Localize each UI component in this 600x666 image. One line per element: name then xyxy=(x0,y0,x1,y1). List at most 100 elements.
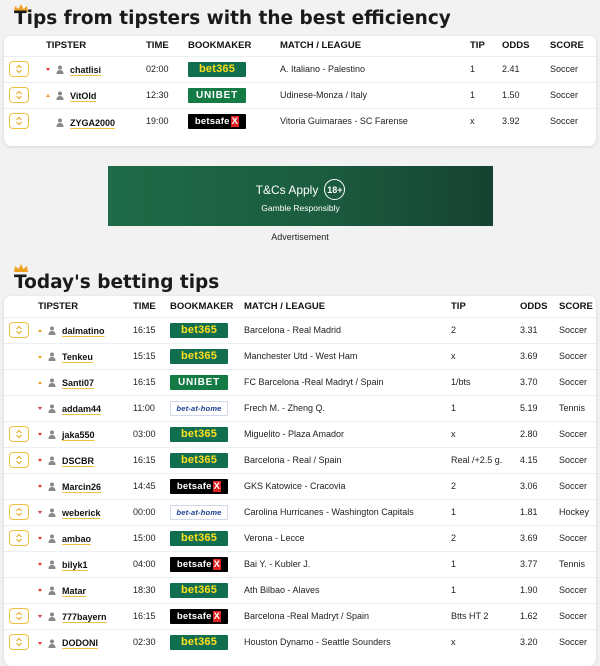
advertisement-banner[interactable]: T&Cs Apply 18+ Gamble Responsibly xyxy=(108,166,493,226)
table-row[interactable]: Matar 18:30 bet365 Ath Bilbao - Alaves 1 1.90… xyxy=(4,576,596,603)
tip-cell: 1 xyxy=(451,550,520,577)
todays-tips-section: Today's betting tips TIPSTER TIME BOOKMA… xyxy=(0,262,600,666)
match-cell[interactable]: Barcelona - Real / Spain xyxy=(244,446,451,473)
add-favorite-button[interactable] xyxy=(9,634,29,651)
bookmaker-logo-bet365[interactable]: bet365 xyxy=(170,426,228,442)
tipster-link[interactable]: jaka550 xyxy=(62,430,95,440)
match-cell[interactable]: A. Italiano - Palestino xyxy=(280,55,470,82)
match-cell[interactable]: Vitoria Guimaraes - SC Farense xyxy=(280,107,470,134)
add-favorite-button[interactable] xyxy=(9,113,29,130)
match-cell[interactable]: Verona - Lecce xyxy=(244,524,451,551)
tipster-link[interactable]: 777bayern xyxy=(62,612,107,622)
bookmaker-logo-bet365[interactable]: bet365 xyxy=(170,452,228,468)
bookmaker-logo-unibet[interactable]: UNIBET xyxy=(188,87,246,103)
tipster-cell: DSCBR xyxy=(38,446,133,473)
tipster-link[interactable]: DSCBR xyxy=(62,456,94,466)
tipster-link[interactable]: dalmatino xyxy=(62,326,105,336)
score-cell: Soccer xyxy=(559,420,596,447)
tipster-link[interactable]: DODONI xyxy=(62,638,98,648)
tipster-link[interactable]: ZYGA2000 xyxy=(70,118,115,128)
table-row[interactable]: DODONI 02:30 bet365 Houston Dynamo - Seattl… xyxy=(4,628,596,655)
match-cell[interactable]: Barcelona - Real Madrid xyxy=(244,316,451,343)
add-favorite-button[interactable] xyxy=(9,87,29,103)
match-cell[interactable]: Bai Y. - Kubler J. xyxy=(244,550,451,577)
bookmaker-logo-unibet[interactable]: UNIBET xyxy=(170,374,228,390)
table-row[interactable]: VitOld 12:30 UNIBET Udinese-Monza / Italy 1 1… xyxy=(4,81,596,108)
table-row[interactable]: Tenkeu 15:15 bet365 Manchester Utd - West H… xyxy=(4,342,596,369)
table-row[interactable]: addam44 11:00 bet-at-home Frech M. - Zheng … xyxy=(4,394,596,421)
table-row[interactable]: weberick 00:00 bet-at-home Carolina Hurrica… xyxy=(4,498,596,525)
table-row[interactable]: dalmatino 16:15 bet365 Barcelona - Real Mad… xyxy=(4,316,596,343)
fav-cell xyxy=(4,55,46,82)
match-cell[interactable]: Houston Dynamo - Seattle Sounders xyxy=(244,628,451,655)
bookmaker-cell: bet365 xyxy=(170,576,244,603)
fav-cell xyxy=(4,81,46,108)
bookmaker-logo-betsafe[interactable]: betsafe X xyxy=(188,113,246,129)
bookmaker-logo-bet365[interactable]: bet365 xyxy=(170,348,228,364)
tipster-link[interactable]: chatlisi xyxy=(70,65,101,75)
odds-cell: 3.69 xyxy=(520,342,559,369)
table-row[interactable]: 777bayern 16:15 betsafe X Barcelona -Real Ma… xyxy=(4,602,596,629)
score-cell: Soccer xyxy=(550,55,596,82)
bookmaker-logo-betsafe[interactable]: betsafe X xyxy=(170,608,228,624)
match-cell[interactable]: GKS Katowice - Cracovia xyxy=(244,472,451,499)
tipster-cell: chatlisi xyxy=(46,55,146,82)
bookmaker-logo-bet365[interactable]: bet365 xyxy=(170,322,228,338)
match-cell[interactable]: Carolina Hurricanes - Washington Capital… xyxy=(244,498,451,525)
table-row[interactable]: Marcin26 14:45 betsafe X GKS Katowice - Crac… xyxy=(4,472,596,499)
tipster-link[interactable]: VitOld xyxy=(70,91,96,101)
tipster-link[interactable]: weberick xyxy=(62,508,101,518)
tipster-link[interactable]: bilyk1 xyxy=(62,560,88,570)
add-favorite-button[interactable] xyxy=(9,61,29,77)
trend-down-icon xyxy=(38,485,42,489)
score-cell: Soccer xyxy=(550,107,596,134)
match-cell[interactable]: Barcelona -Real Madryt / Spain xyxy=(244,602,451,629)
trend-down-icon xyxy=(38,589,42,593)
table-row[interactable]: bilyk1 04:00 betsafe X Bai Y. - Kubler J. 1 3.… xyxy=(4,550,596,577)
match-cell[interactable]: Miguelito - Plaza Amador xyxy=(244,420,451,447)
tipster-link[interactable]: ambao xyxy=(62,534,91,544)
match-cell[interactable]: Ath Bilbao - Alaves xyxy=(244,576,451,603)
odds-cell: 1.62 xyxy=(520,602,559,629)
bookmaker-logo-betsafe[interactable]: betsafe X xyxy=(170,478,228,494)
table-row[interactable]: chatlisi 02:00 bet365 A. Italiano - Palesti… xyxy=(4,55,596,82)
odds-cell: 5.19 xyxy=(520,394,559,421)
bookmaker-logo-bet365[interactable]: bet365 xyxy=(170,634,228,650)
col-odds: ODDS xyxy=(502,40,530,52)
tipster-link[interactable]: Matar xyxy=(62,586,86,596)
bookmaker-logo-bet365[interactable]: bet365 xyxy=(170,582,228,598)
trend-up-icon xyxy=(38,381,42,385)
add-favorite-button[interactable] xyxy=(9,426,29,442)
best-efficiency-rows: chatlisi 02:00 bet365 A. Italiano - Palesti… xyxy=(4,55,596,134)
score-cell: Soccer xyxy=(559,368,596,395)
add-favorite-button[interactable] xyxy=(9,322,29,338)
table-row[interactable]: Santi07 16:15 UNIBET FC Barcelona -Real Mad… xyxy=(4,368,596,395)
match-cell[interactable]: Manchester Utd - West Ham xyxy=(244,342,451,369)
match-cell[interactable]: Frech M. - Zheng Q. xyxy=(244,394,451,421)
match-cell[interactable]: Udinese-Monza / Italy xyxy=(280,81,470,108)
best-efficiency-table: TIPSTER TIME BOOKMAKER MATCH / LEAGUE TI… xyxy=(4,36,596,134)
bookmaker-logo-bet365[interactable]: bet365 xyxy=(170,530,228,546)
add-favorite-button[interactable] xyxy=(9,504,29,520)
time-cell: 04:00 xyxy=(133,550,170,577)
tipster-link[interactable]: addam44 xyxy=(62,404,101,414)
match-cell[interactable]: FC Barcelona -Real Madryt / Spain xyxy=(244,368,451,395)
bookmaker-logo-text: bet365 xyxy=(180,428,218,440)
table-row[interactable]: ZYGA2000 19:00 betsafe X Vitoria Guimaraes -… xyxy=(4,107,596,134)
add-favorite-button[interactable] xyxy=(9,530,29,546)
table-row[interactable]: ambao 15:00 bet365 Verona - Lecce 2 3.69 Socce… xyxy=(4,524,596,551)
tipster-link[interactable]: Santi07 xyxy=(62,378,94,388)
tipster-link[interactable]: Marcin26 xyxy=(62,482,101,492)
bookmaker-logo-bet365[interactable]: bet365 xyxy=(188,61,246,77)
add-favorite-button[interactable] xyxy=(9,608,29,624)
add-favorite-button[interactable] xyxy=(9,452,29,468)
score-cell: Soccer xyxy=(559,316,596,343)
odds-cell: 2.41 xyxy=(502,55,550,82)
table-row[interactable]: jaka550 03:00 bet365 Miguelito - Plaza Amad… xyxy=(4,420,596,447)
tipster-link[interactable]: Tenkeu xyxy=(62,352,93,362)
bookmaker-logo-betathome[interactable]: bet-at-home xyxy=(170,504,228,520)
col-fav xyxy=(4,296,38,317)
bookmaker-logo-betathome[interactable]: bet-at-home xyxy=(170,400,228,416)
table-row[interactable]: DSCBR 16:15 bet365 Barcelona - Real / Spain… xyxy=(4,446,596,473)
bookmaker-logo-betsafe[interactable]: betsafe X xyxy=(170,556,228,572)
